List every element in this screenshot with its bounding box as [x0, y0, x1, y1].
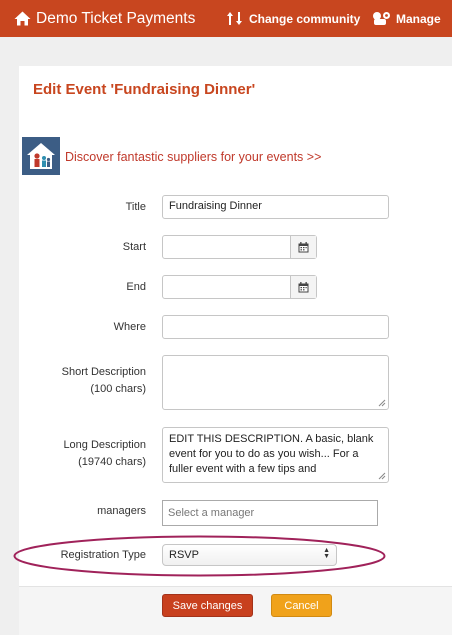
start-calendar-button[interactable]	[290, 236, 316, 258]
page-title: Edit Event 'Fundraising Dinner'	[33, 81, 256, 98]
long-description-textarea[interactable]: EDIT THIS DESCRIPTION. A basic, blank ev…	[162, 427, 389, 483]
wrench-icon	[373, 11, 390, 25]
resize-grip-icon[interactable]	[378, 399, 386, 407]
save-changes-button[interactable]: Save changes	[162, 594, 253, 617]
short-description-label-text: Short Description	[61, 366, 146, 378]
calendar-icon	[298, 281, 309, 292]
brand-link[interactable]: Demo Ticket Payments	[14, 0, 195, 37]
suppliers-link[interactable]: Discover fantastic suppliers for your ev…	[65, 150, 321, 164]
swap-arrows-icon	[227, 12, 242, 25]
title-label: Title	[0, 199, 146, 216]
resize-grip-icon[interactable]	[378, 472, 386, 480]
start-label-text: Start	[122, 241, 146, 253]
start-label: Start	[0, 239, 146, 256]
manage-link[interactable]: Manage	[371, 0, 441, 37]
cancel-button[interactable]: Cancel	[271, 594, 332, 617]
end-date-input[interactable]	[162, 275, 317, 299]
suppliers-promo[interactable]: Discover fantastic suppliers for your ev…	[22, 137, 321, 175]
manage-label: Manage	[396, 11, 441, 26]
long-description-label-text: Long Description	[63, 439, 146, 451]
short-description-char-limit: (100 chars)	[90, 383, 146, 395]
short-description-label: Short Description (100 chars)	[0, 364, 146, 398]
brand-title: Demo Ticket Payments	[36, 9, 196, 27]
change-community-label: Change community	[249, 11, 361, 26]
start-date-input[interactable]	[162, 235, 317, 259]
where-label-text: Where	[113, 321, 146, 333]
managers-label-text: managers	[97, 505, 146, 517]
home-icon	[14, 11, 31, 26]
manager-select-input[interactable]: Select a manager	[162, 500, 378, 526]
highlight-ellipse	[13, 535, 386, 577]
page-header: Edit Event 'Fundraising Dinner'	[19, 66, 452, 116]
where-input[interactable]	[162, 315, 389, 339]
change-community-link[interactable]: Change community	[226, 0, 360, 37]
where-label: Where	[0, 319, 146, 336]
long-description-label: Long Description (19740 chars)	[0, 437, 146, 471]
short-description-textarea[interactable]	[162, 355, 389, 410]
managers-label: managers	[0, 503, 146, 520]
long-description-char-limit: (19740 chars)	[78, 456, 146, 468]
end-label: End	[0, 279, 146, 296]
end-label-text: End	[126, 281, 146, 293]
calendar-icon	[298, 241, 309, 252]
long-description-value: EDIT THIS DESCRIPTION. A basic, blank ev…	[169, 433, 374, 475]
top-navbar: Demo Ticket Payments Change community Ma…	[0, 0, 452, 37]
house-family-icon	[22, 137, 60, 175]
end-calendar-button[interactable]	[290, 276, 316, 298]
title-label-text: Title	[125, 201, 146, 213]
title-input[interactable]: Fundraising Dinner	[162, 195, 389, 219]
